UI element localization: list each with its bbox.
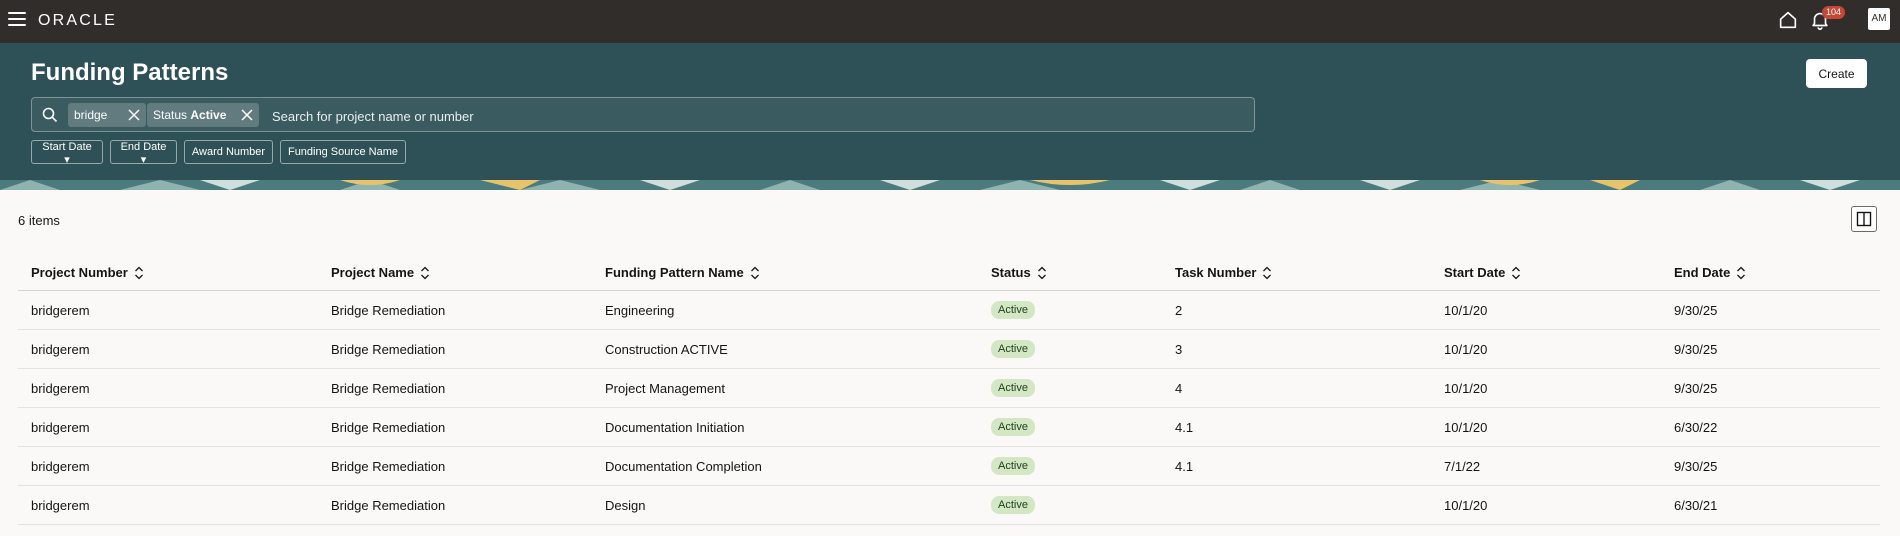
- cell-project-name: Bridge Remediation: [318, 446, 592, 486]
- filter-award-number[interactable]: Award Number: [184, 140, 273, 164]
- cell-status: Active: [978, 407, 1162, 447]
- column-header-status[interactable]: Status: [978, 255, 1162, 291]
- cell-start-date: 7/1/22: [1431, 446, 1661, 486]
- cell-status: Active: [978, 329, 1162, 369]
- filter-start-date[interactable]: Start Date ▾: [31, 140, 103, 166]
- column-header-end-date[interactable]: End Date: [1661, 255, 1880, 291]
- cell-task-number: 4: [1162, 368, 1431, 408]
- close-icon[interactable]: [241, 109, 253, 121]
- cell-end-date: 9/30/25: [1661, 290, 1880, 330]
- status-badge: Active: [991, 301, 1035, 319]
- cell-end-date: 9/30/25: [1661, 446, 1880, 486]
- column-header-funding-pattern-name[interactable]: Funding Pattern Name: [592, 255, 978, 291]
- column-header-task-number[interactable]: Task Number: [1162, 255, 1431, 291]
- sort-icon[interactable]: [1262, 266, 1272, 280]
- hamburger-icon[interactable]: [8, 12, 26, 26]
- cell-task-number: 2: [1162, 290, 1431, 330]
- split-panel-icon: [1856, 211, 1872, 227]
- cell-start-date: 10/1/20: [1431, 329, 1661, 369]
- cell-task-number: 3: [1162, 329, 1431, 369]
- top-bar: ORACLE 104 AM: [0, 0, 1900, 43]
- column-header-start-date[interactable]: Start Date: [1431, 255, 1661, 291]
- status-badge: Active: [991, 379, 1035, 397]
- table-row[interactable]: bridgerem Bridge Remediation Design Acti…: [18, 485, 1880, 525]
- cell-project-number: bridgerem: [18, 446, 318, 486]
- table-header-row: Project Number Project Name Funding Patt…: [18, 255, 1880, 291]
- filter-chip-status: Status Active: [147, 103, 259, 127]
- cell-project-name: Bridge Remediation: [318, 329, 592, 369]
- table-row[interactable]: bridgerem Bridge Remediation Documentati…: [18, 407, 1880, 447]
- cell-status: Active: [978, 485, 1162, 525]
- cell-funding-pattern-name: Engineering: [592, 290, 978, 330]
- cell-task-number: 4.1: [1162, 407, 1431, 447]
- cell-project-number: bridgerem: [18, 368, 318, 408]
- table-row[interactable]: bridgerem Bridge Remediation Constructio…: [18, 329, 1880, 369]
- sort-icon[interactable]: [1037, 266, 1047, 280]
- cell-project-number: bridgerem: [18, 407, 318, 447]
- sort-icon[interactable]: [420, 266, 430, 280]
- column-header-project-name[interactable]: Project Name: [318, 255, 592, 291]
- home-icon[interactable]: [1777, 9, 1799, 31]
- table-row[interactable]: bridgerem Bridge Remediation Engineering…: [18, 290, 1880, 330]
- chip-prefix: Status: [153, 108, 188, 122]
- cell-funding-pattern-name: Construction ACTIVE: [592, 329, 978, 369]
- cell-start-date: 10/1/20: [1431, 485, 1661, 525]
- status-badge: Active: [991, 457, 1035, 475]
- chip-value: Active: [190, 108, 227, 122]
- cell-start-date: 10/1/20: [1431, 290, 1661, 330]
- search-input[interactable]: [270, 104, 1234, 128]
- cell-funding-pattern-name: Project Management: [592, 368, 978, 408]
- cell-start-date: 10/1/20: [1431, 407, 1661, 447]
- cell-project-name: Bridge Remediation: [318, 290, 592, 330]
- cell-status: Active: [978, 290, 1162, 330]
- cell-project-name: Bridge Remediation: [318, 407, 592, 447]
- sort-icon[interactable]: [134, 266, 144, 280]
- cell-funding-pattern-name: Design: [592, 485, 978, 525]
- filter-chip-bridge: bridge: [68, 103, 146, 127]
- cell-end-date: 9/30/25: [1661, 329, 1880, 369]
- cell-project-number: bridgerem: [18, 485, 318, 525]
- sort-icon[interactable]: [1736, 266, 1746, 280]
- cell-task-number: 4.1: [1162, 446, 1431, 486]
- status-badge: Active: [991, 418, 1035, 436]
- table-row[interactable]: bridgerem Bridge Remediation Project Man…: [18, 368, 1880, 408]
- oracle-logo[interactable]: ORACLE: [38, 12, 117, 30]
- cell-end-date: 6/30/21: [1661, 485, 1880, 525]
- cell-project-number: bridgerem: [18, 290, 318, 330]
- sort-icon[interactable]: [750, 266, 760, 280]
- search-bar: bridge Status Active: [31, 97, 1255, 132]
- cell-project-name: Bridge Remediation: [318, 485, 592, 525]
- page-title: Funding Patterns: [31, 59, 229, 86]
- filter-end-date[interactable]: End Date ▾: [110, 140, 177, 166]
- cell-start-date: 10/1/20: [1431, 368, 1661, 408]
- cell-status: Active: [978, 446, 1162, 486]
- cell-project-number: bridgerem: [18, 329, 318, 369]
- cell-end-date: 6/30/22: [1661, 407, 1880, 447]
- create-button[interactable]: Create: [1806, 59, 1867, 88]
- cell-project-name: Bridge Remediation: [318, 368, 592, 408]
- column-header-project-number[interactable]: Project Number: [18, 255, 318, 291]
- page-header: Funding Patterns Create bridge Status Ac…: [0, 43, 1900, 180]
- filter-funding-source-name[interactable]: Funding Source Name: [280, 140, 406, 164]
- results-table: Project Number Project Name Funding Patt…: [18, 255, 1880, 525]
- cell-funding-pattern-name: Documentation Completion: [592, 446, 978, 486]
- cell-end-date: 9/30/25: [1661, 368, 1880, 408]
- status-badge: Active: [991, 340, 1035, 358]
- search-icon[interactable]: [42, 107, 58, 123]
- avatar[interactable]: AM: [1868, 8, 1890, 30]
- cell-status: Active: [978, 368, 1162, 408]
- status-badge: Active: [991, 496, 1035, 514]
- items-count: 6 items: [18, 213, 60, 228]
- chip-label: bridge: [74, 108, 108, 122]
- cell-funding-pattern-name: Documentation Initiation: [592, 407, 978, 447]
- decorative-banner: [0, 180, 1900, 190]
- cell-task-number: [1162, 485, 1431, 525]
- table-row[interactable]: bridgerem Bridge Remediation Documentati…: [18, 446, 1880, 486]
- sort-icon[interactable]: [1511, 266, 1521, 280]
- close-icon[interactable]: [128, 109, 140, 121]
- notification-badge: 104: [1822, 6, 1846, 19]
- split-panel-button[interactable]: [1851, 206, 1877, 232]
